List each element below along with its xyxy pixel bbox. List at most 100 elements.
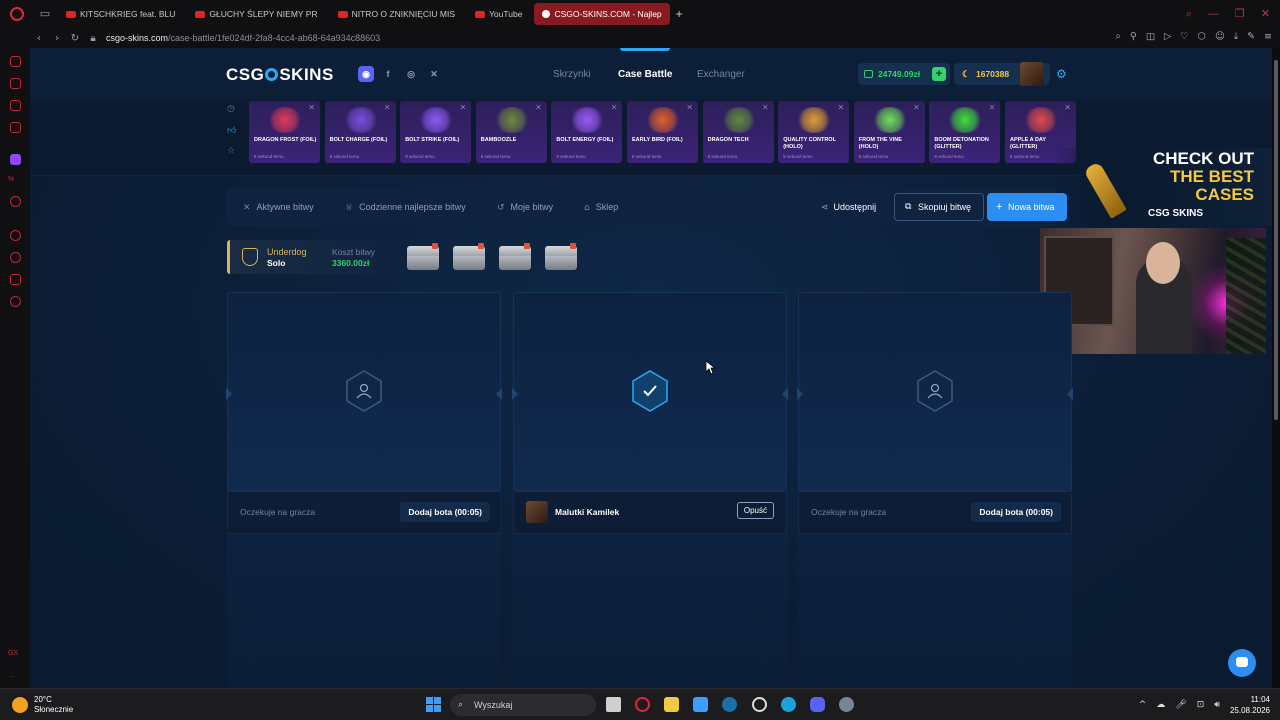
download-icon[interactable]: ⤓ [1234,31,1238,42]
close-icon[interactable]: ✕ [535,103,542,112]
close-icon[interactable]: ✕ [459,103,466,112]
minimize-icon[interactable]: — [1208,7,1219,21]
discord-taskbar-icon[interactable] [810,697,825,712]
nav-exchanger[interactable]: Exchanger [697,69,745,80]
music-icon[interactable]: ▷ [1164,31,1171,42]
x-twitter-icon[interactable]: ✕ [426,66,442,82]
search-tabs-icon[interactable]: ⌕ [1186,7,1192,21]
avatar[interactable] [1020,62,1044,86]
maximize-icon[interactable]: ❐ [1235,7,1245,21]
network-icon[interactable]: ⊡ [1197,700,1205,710]
extensions-icon[interactable]: ⬡ [1198,31,1206,42]
add-bot-button[interactable]: Dodaj bota (00:05) [971,502,1061,522]
gx-icon[interactable]: GX [8,650,18,657]
gear-icon[interactable]: ⚙ [1056,67,1070,81]
drop-card[interactable]: ✕ QUALITY CONTROL (HOLO) 8 sekund temu [778,101,850,163]
drop-card[interactable]: ✕ DRAGON TECH 8 sekund temu [702,101,774,163]
edge-icon[interactable] [781,697,796,712]
youtube-sidebar-icon[interactable] [10,196,21,207]
browser-tab[interactable]: YouTube [467,3,530,25]
opera-gx-taskbar-icon[interactable] [635,697,650,712]
close-icon[interactable]: ✕ [762,103,769,112]
close-icon[interactable]: ✕ [913,103,920,112]
messenger-icon[interactable] [10,100,21,111]
close-icon[interactable]: ✕ [1261,7,1270,21]
reload-icon[interactable]: ↻ [66,33,84,44]
browser-tab[interactable]: GŁUCHY ŚLEPY NIEMY PR [187,3,325,25]
nav-case-battle[interactable]: Case Battle [618,69,672,80]
my-battles-link[interactable]: ↺ Moje bitwy [497,202,553,213]
discord-icon[interactable]: ◉ [358,66,374,82]
snapshot-icon[interactable]: ◫ [1146,31,1155,42]
profile-icon[interactable]: ☺ [1215,31,1225,42]
drop-card[interactable]: ✕ EARLY BIRD (FOIL) 8 sekund temu [627,101,698,163]
deposit-button[interactable]: + [932,67,946,81]
app-icon[interactable] [839,697,854,712]
nav-skrzynki[interactable]: Skrzynki [553,69,591,80]
forward-icon[interactable]: › [48,33,66,44]
file-explorer-icon[interactable] [664,697,679,712]
chat-button[interactable] [1228,649,1256,677]
drop-card[interactable]: ✕ BOLT STRIKE (FOIL) 8 sekund temu [400,101,472,163]
daily-best-battles-link[interactable]: ♕ Codzienne najlepsze bitwy [345,202,466,213]
leave-button[interactable]: Opuść [736,502,774,519]
url-field[interactable]: csgo-skins.com/case-battle/1fe024df-2fa8… [106,33,380,43]
windows-start-icon[interactable] [426,697,441,712]
speaker-icon[interactable]: 🔊︎ [1214,700,1220,710]
drop-card[interactable]: ✕ BOLT CHARGE (FOIL) 8 sekund temu [324,101,396,163]
pin-icon[interactable]: ⚲ [1130,31,1137,42]
shopping-icon[interactable] [10,78,21,89]
steam-icon[interactable] [722,697,737,712]
close-icon[interactable]: ✕ [989,103,996,112]
player-name[interactable]: Malutki Kamilek [555,507,619,517]
microphone-icon[interactable]: 🎤︎ [1175,700,1186,710]
player-icon[interactable] [10,230,21,241]
opera-logo-icon[interactable] [10,7,24,21]
active-battles-link[interactable]: ✕ Aktywne bitwy [243,202,314,213]
site-logo[interactable]: CSG SKINS [226,65,334,85]
settings-icon[interactable] [10,296,21,307]
close-icon[interactable]: ✕ [1064,103,1071,112]
tab-island-icon[interactable]: ▭ [38,7,52,21]
cloud-icon[interactable]: ☁ [1156,700,1165,710]
zoom-icon[interactable]: ⌕ [1116,31,1121,42]
avatar[interactable] [526,501,548,523]
browser-tab[interactable]: NITRO O ZNIKNIĘCIU MIS [330,3,463,25]
more-icon[interactable]: … [8,672,15,679]
close-icon[interactable]: ✕ [686,103,693,112]
close-icon[interactable]: ✕ [611,103,618,112]
promo-banner[interactable]: CHECK OUT THE BEST CASES CSG SKINS [1054,148,1272,226]
instagram-icon[interactable]: ◎ [403,66,419,82]
new-battle-button[interactable]: + Nowa bitwa [987,193,1067,221]
copy-battle-button[interactable]: ⧉ Skopiuj bitwę [894,193,984,221]
browser-tab[interactable]: KITSCHKRIEG feat. BLU [58,3,183,25]
ai-icon[interactable]: ✎ [1247,31,1255,42]
store-icon[interactable] [693,697,708,712]
facebook-icon[interactable]: f [380,66,396,82]
chrome-icon[interactable] [752,697,767,712]
close-icon[interactable]: ✕ [308,103,315,112]
back-icon[interactable]: ‹ [30,33,48,44]
browser-tab-active[interactable]: CSGO-SKINS.COM - Najlep [534,3,670,25]
drop-card[interactable]: ✕ DRAGON FROST (FOIL) 8 sekund temu [249,101,320,163]
add-bot-button[interactable]: Dodaj bota (00:05) [400,502,490,522]
chevron-up-icon[interactable]: ^ [1139,700,1147,710]
star-icon[interactable]: ☆ [227,146,235,156]
drop-card[interactable]: ✕ BAMBOOZLE 8 sekund temu [475,101,547,163]
speed-dial-icon[interactable] [10,56,21,67]
shop-link[interactable]: ⌂ Sklep [584,202,618,213]
sun-icon[interactable] [12,697,28,713]
thumbs-up-icon[interactable]: 👍︎ [227,126,236,136]
drop-card[interactable]: ✕ FROM THE VINE (HOLO) 8 sekund temu [853,101,925,163]
percent-icon[interactable]: % [8,176,14,183]
share-button[interactable]: ⋖ Udostępnij [821,202,876,213]
page-scroll-thumb[interactable] [1274,60,1278,420]
heart-icon[interactable]: ♡ [1180,31,1189,42]
wallet-icon[interactable] [10,274,21,285]
weather-widget[interactable]: 20°C Słonecznie [34,695,73,715]
clock[interactable]: 11:04 25.08.2026 [1230,694,1270,716]
task-view-icon[interactable] [606,697,621,712]
drop-card[interactable]: ✕ BOOM DETONATION (GLITTER) 8 sekund temu [929,101,1001,163]
clock-icon[interactable]: ◷ [227,104,235,114]
close-icon[interactable]: ✕ [837,103,844,112]
